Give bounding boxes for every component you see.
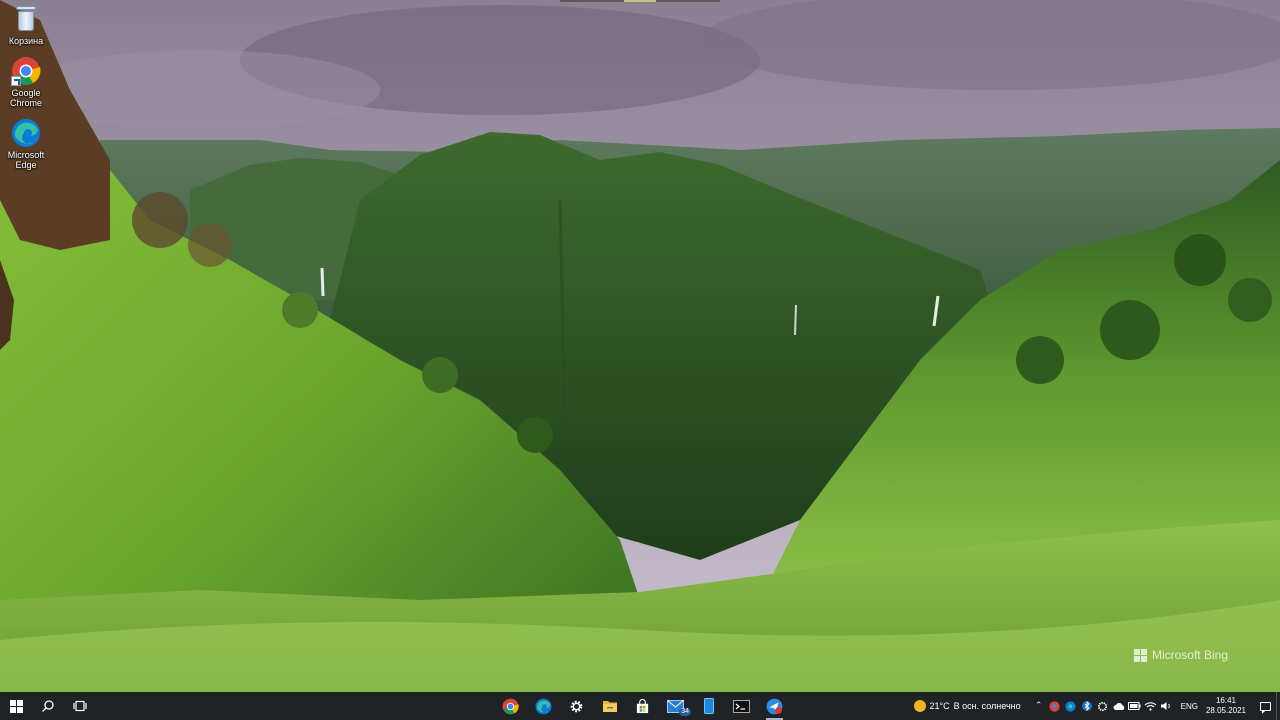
tray-volume[interactable] <box>1159 692 1175 720</box>
bluetooth-icon <box>1081 700 1092 712</box>
shortcut-arrow-icon <box>11 76 21 86</box>
clock-date: 28.05.2021 <box>1205 706 1246 715</box>
edge-icon <box>535 698 552 714</box>
search-button[interactable] <box>32 692 64 720</box>
search-icon <box>42 700 54 712</box>
cloud-icon <box>1113 703 1124 710</box>
terminal-icon <box>733 699 750 713</box>
desktop-icon-recycle-bin[interactable]: Корзина <box>0 4 52 46</box>
desktop-icon-edge[interactable]: Microsoft Edge <box>0 118 52 170</box>
windows-start-icon <box>9 699 23 713</box>
edge-icon <box>11 118 41 148</box>
tray-app-1[interactable] <box>1047 692 1063 720</box>
bing-watermark: Microsoft Bing <box>1133 648 1228 662</box>
desktop-icon-column: Корзина Google Chrome Microsoft Edge <box>0 4 52 180</box>
system-tray: 21°C В осн. солнечно ⌃ ENG 16:41 28.05.2… <box>913 692 1280 720</box>
desktop-wallpaper: Microsoft Bing <box>0 0 1280 692</box>
tray-bluetooth[interactable] <box>1079 692 1095 720</box>
tray-wifi[interactable] <box>1143 692 1159 720</box>
tray-app-3[interactable] <box>1095 692 1111 720</box>
desktop-icon-label: Корзина <box>8 36 44 46</box>
taskbar-app-running[interactable] <box>758 692 791 720</box>
task-view-icon <box>73 700 87 712</box>
desktop-icon-label: Microsoft Edge <box>7 150 45 170</box>
taskbar-app-terminal[interactable] <box>725 692 758 720</box>
chevron-up-icon: ⌃ <box>1034 701 1043 711</box>
action-center-button[interactable] <box>1254 692 1276 720</box>
show-desktop-button[interactable] <box>1276 692 1280 720</box>
store-icon <box>636 698 649 713</box>
edge-icon <box>1065 700 1076 712</box>
input-language-indicator[interactable]: ENG <box>1181 702 1198 711</box>
chrome-icon <box>1049 700 1060 712</box>
wifi-icon <box>1144 702 1157 711</box>
chrome-icon <box>11 56 41 86</box>
desktop-icon-chrome[interactable]: Google Chrome <box>0 56 52 108</box>
taskbar-app-file-explorer[interactable] <box>593 692 626 720</box>
taskbar: 34 21°C В осн. солнечно ⌃ ENG 16:41 28.0… <box>0 692 1280 720</box>
mail-unread-badge: 34 <box>679 708 691 716</box>
bing-logo-icon <box>1133 648 1147 662</box>
wallpaper-landscape <box>0 0 1280 692</box>
taskbar-clock[interactable]: 16:41 28.05.2021 <box>1206 696 1246 716</box>
battery-icon <box>1128 702 1141 710</box>
sun-icon <box>913 700 926 712</box>
taskbar-app-settings[interactable] <box>560 692 593 720</box>
taskbar-app-phone[interactable] <box>692 692 725 720</box>
weather-widget[interactable]: 21°C В осн. солнечно <box>913 700 1021 712</box>
start-button[interactable] <box>0 692 32 720</box>
top-progress-strip <box>560 0 720 2</box>
taskbar-app-chrome[interactable] <box>494 692 527 720</box>
notification-icon <box>1259 701 1271 714</box>
taskbar-app-edge[interactable] <box>527 692 560 720</box>
clock-time: 16:41 <box>1215 696 1236 705</box>
bing-watermark-text: Microsoft Bing <box>1151 648 1228 662</box>
weather-description: В осн. солнечно <box>953 701 1021 711</box>
weather-temperature: 21°C <box>929 701 950 711</box>
tray-battery[interactable] <box>1127 692 1143 720</box>
task-view-button[interactable] <box>64 692 96 720</box>
speaker-icon <box>1161 702 1170 710</box>
taskbar-app-mail[interactable]: 34 <box>659 692 692 720</box>
chrome-icon <box>502 698 519 714</box>
show-hidden-icons-button[interactable]: ⌃ <box>1031 692 1047 720</box>
gear-icon <box>1098 701 1108 711</box>
file-explorer-icon <box>602 701 617 712</box>
taskbar-app-store[interactable] <box>626 692 659 720</box>
phone-link-icon <box>703 698 714 714</box>
app-icon <box>766 698 783 714</box>
recycle-bin-icon <box>11 4 41 34</box>
settings-gear-icon <box>570 700 583 712</box>
tray-app-2[interactable] <box>1063 692 1079 720</box>
tray-app-4[interactable] <box>1111 692 1127 720</box>
desktop-icon-label: Google Chrome <box>9 88 42 108</box>
